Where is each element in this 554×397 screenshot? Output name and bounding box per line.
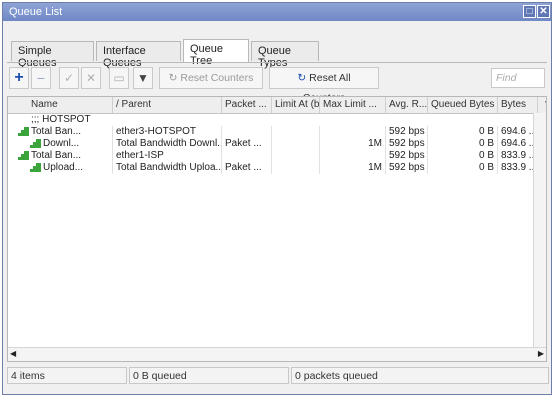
cell-limit-at <box>272 138 320 150</box>
window-title: Queue List <box>9 6 63 18</box>
cell-bytes: 694.6 ... <box>498 138 538 150</box>
cell-name: Upload... <box>16 162 113 174</box>
queue-name: Total Ban... <box>31 150 82 161</box>
cell-parent: Total Bandwidth Uploa... <box>113 162 222 174</box>
cell-limit-at <box>272 150 320 162</box>
table-header: Name/ ParentPacket ...Limit At (b...Max … <box>8 97 546 114</box>
column-header-6[interactable]: Queued Bytes <box>428 97 498 113</box>
cell-name: Total Ban... <box>16 150 113 162</box>
reset-counters-button[interactable]: ↻ Reset Counters <box>159 67 263 89</box>
column-header-1[interactable]: / Parent <box>113 97 222 113</box>
cell-name: Total Ban... <box>16 126 113 138</box>
cell-queued-bytes: 0 B <box>428 150 498 162</box>
scroll-left-icon[interactable]: ◀ <box>10 349 16 358</box>
queue-name: Upload... <box>43 162 84 173</box>
filter-button[interactable]: ▼ <box>133 67 153 89</box>
scroll-right-icon[interactable]: ▶ <box>538 349 544 358</box>
cell-parent: Total Bandwidth Downl... <box>113 138 222 150</box>
status-bar: 4 items 0 B queued 0 packets queued <box>7 365 549 385</box>
minus-icon: − <box>36 70 46 86</box>
cell-bytes: 833.9 ... <box>498 150 538 162</box>
add-button[interactable]: + <box>9 67 29 89</box>
queue-list-window: Queue List □ ✕ Simple Queues Interface Qu… <box>2 2 552 395</box>
tab-queue-tree[interactable]: Queue Tree <box>183 39 249 67</box>
queue-name: Total Ban... <box>31 126 82 137</box>
queue-tree-table: Name/ ParentPacket ...Limit At (b...Max … <box>7 96 547 362</box>
cell-max-limit <box>320 150 386 162</box>
cell-avg-rate: 592 bps <box>386 150 428 162</box>
column-header-3[interactable]: Limit At (b... <box>272 97 320 113</box>
reset-counters-label: Reset Counters <box>180 72 254 84</box>
cell-parent: ether1-ISP <box>113 150 222 162</box>
table-row[interactable]: Downl... Total Bandwidth Downl... Paket ..… <box>8 138 538 150</box>
queue-name: Downl... <box>43 138 80 149</box>
cell-limit-at <box>272 126 320 138</box>
table-row[interactable]: Total Ban... ether3-HOTSPOT 592 bps 0 B 694.… <box>8 126 538 138</box>
column-header-2[interactable]: Packet ... <box>222 97 272 113</box>
group-label: ;;; HOTSPOT <box>31 114 91 125</box>
column-menu-icon[interactable]: ▼ <box>540 97 546 113</box>
remove-button[interactable]: − <box>31 67 51 89</box>
horizontal-scrollbar[interactable]: ◀ ▶ <box>8 347 546 361</box>
cell-limit-at <box>272 162 320 174</box>
vertical-scrollbar[interactable] <box>533 113 546 347</box>
reset-icon: ↻ <box>168 72 181 84</box>
queue-icon <box>30 138 41 148</box>
status-item-count: 4 items <box>7 367 127 384</box>
reset-all-counters-button[interactable]: ↻ Reset All Counters <box>269 67 379 104</box>
cell-max-limit: 1M <box>320 138 386 150</box>
column-header-0[interactable]: Name <box>28 97 113 113</box>
cell-parent: ether3-HOTSPOT <box>113 126 222 138</box>
tab-divider <box>7 62 547 63</box>
close-icon[interactable]: ✕ <box>537 5 550 18</box>
comment-icon: ▭ <box>113 71 125 85</box>
status-queued-bytes: 0 B queued <box>129 367 289 384</box>
cell-queued-bytes: 0 B <box>428 138 498 150</box>
cell-queued-bytes: 0 B <box>428 162 498 174</box>
tab-interface-queues[interactable]: Interface Queues <box>96 41 181 69</box>
cell-packet <box>222 126 272 138</box>
filter-icon: ▼ <box>137 71 149 85</box>
title-bar[interactable]: Queue List □ ✕ <box>3 3 551 21</box>
group-row[interactable]: ;;; HOTSPOT <box>8 114 532 126</box>
reset-all-icon: ↻ <box>297 72 310 84</box>
table-row[interactable]: Total Ban... ether1-ISP 592 bps 0 B 833.9 ..… <box>8 150 538 162</box>
cell-avg-rate: 592 bps <box>386 138 428 150</box>
cell-avg-rate: 592 bps <box>386 126 428 138</box>
cell-avg-rate: 592 bps <box>386 162 428 174</box>
plus-icon: + <box>14 69 24 86</box>
tab-simple-queues[interactable]: Simple Queues <box>11 41 94 69</box>
status-packets-queued: 0 packets queued <box>291 367 549 384</box>
table-row[interactable]: Upload... Total Bandwidth Uploa... Paket .… <box>8 162 538 174</box>
cell-packet <box>222 150 272 162</box>
cell-bytes: 833.9 ... <box>498 162 538 174</box>
queue-icon <box>30 162 41 172</box>
cell-packet: Paket ... <box>222 138 272 150</box>
queue-icon <box>18 150 29 160</box>
maximize-icon[interactable]: □ <box>523 5 536 18</box>
cell-bytes: 694.6 ... <box>498 126 538 138</box>
queue-icon <box>18 126 29 136</box>
tab-queue-types[interactable]: Queue Types <box>251 41 319 69</box>
toolbar: + − ✓ ✕ ▭ ▼ ↻ Reset Counters ↻ Reset All… <box>7 65 547 104</box>
column-header-7[interactable]: Bytes <box>498 97 538 113</box>
enable-button[interactable]: ✓ <box>59 67 79 89</box>
check-icon: ✓ <box>63 71 75 85</box>
column-header-4[interactable]: Max Limit ... <box>320 97 386 113</box>
cell-max-limit: 1M <box>320 162 386 174</box>
find-input[interactable]: Find <box>491 68 545 88</box>
cell-queued-bytes: 0 B <box>428 126 498 138</box>
cross-icon: ✕ <box>85 71 97 85</box>
comment-button[interactable]: ▭ <box>109 67 129 89</box>
column-header-5[interactable]: Avg. R... <box>386 97 428 113</box>
cell-packet: Paket ... <box>222 162 272 174</box>
cell-name: Downl... <box>16 138 113 150</box>
cell-max-limit <box>320 126 386 138</box>
disable-button[interactable]: ✕ <box>81 67 101 89</box>
